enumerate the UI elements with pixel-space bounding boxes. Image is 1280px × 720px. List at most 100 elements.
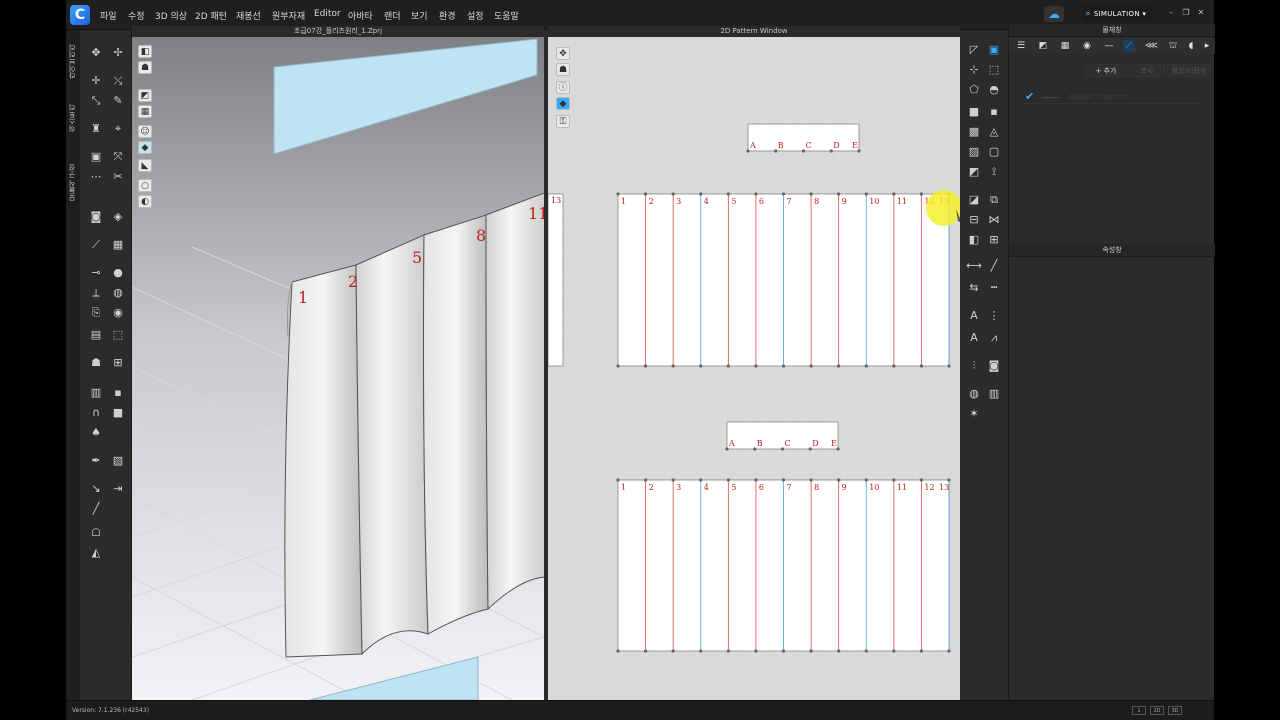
- line-tool-icon[interactable]: ⟋: [88, 238, 104, 252]
- garment-icon[interactable]: ♜: [88, 122, 104, 136]
- copy-button[interactable]: 복사: [1129, 64, 1165, 77]
- fold-arrangement-icon[interactable]: ◩: [966, 165, 982, 179]
- button-list-icon[interactable]: ◉: [1081, 40, 1093, 52]
- tshirt-icon[interactable]: ☗: [88, 356, 104, 370]
- segment-icon[interactable]: ⤧: [110, 150, 126, 164]
- menu-environment[interactable]: 환경: [439, 9, 456, 22]
- dashed-line-icon[interactable]: ┅: [986, 281, 1002, 295]
- pattern-lock-icon[interactable]: ⚿: [556, 115, 570, 128]
- light-view-icon[interactable]: ○: [138, 179, 152, 192]
- menu-3d-garment[interactable]: 3D 의상: [155, 9, 187, 22]
- tab-history[interactable]: 히스토리: [67, 104, 79, 132]
- close-icon[interactable]: ✕: [1196, 8, 1206, 18]
- add-point-icon[interactable]: ⊹: [966, 63, 982, 77]
- list-item[interactable]: ✔ ------- Default Topstitch: [1021, 90, 1205, 104]
- trim-list-icon[interactable]: ⛫: [1167, 40, 1179, 52]
- menu-editor[interactable]: Editor: [314, 9, 341, 19]
- internal-rect-icon[interactable]: ▪: [986, 105, 1002, 119]
- measure-icon[interactable]: ⊸: [88, 266, 104, 280]
- cuff-icon[interactable]: ◭: [88, 546, 104, 560]
- select-mesh-icon[interactable]: ✛: [88, 74, 104, 88]
- ruler-icon[interactable]: ⟂: [88, 286, 104, 300]
- pattern-info-icon[interactable]: ⓘ: [556, 81, 570, 94]
- line-draw-icon[interactable]: ╱: [88, 502, 104, 516]
- camera-icon[interactable]: ◙: [88, 210, 104, 224]
- edit-pattern-icon[interactable]: ⤡: [88, 94, 104, 108]
- button-2d-icon[interactable]: ◍: [966, 387, 982, 401]
- sphere-icon[interactable]: ◍: [110, 286, 126, 300]
- pen-icon[interactable]: ✒: [88, 454, 104, 468]
- pipe-icon[interactable]: ✶: [966, 407, 982, 421]
- pattern-image-icon[interactable]: ▨: [966, 145, 982, 159]
- mesh-view-icon[interactable]: ▦: [138, 105, 152, 118]
- shirt-view-icon[interactable]: ☗: [138, 61, 152, 74]
- menu-edit[interactable]: 수정: [128, 9, 145, 22]
- segment-sewing-icon[interactable]: ◪: [966, 193, 982, 207]
- flip-icon[interactable]: ⇥: [110, 482, 126, 496]
- puckering-list-icon[interactable]: ⋘: [1145, 40, 1158, 52]
- free-sewing-icon[interactable]: ⧉: [986, 193, 1002, 207]
- fabric-icon[interactable]: ◩: [1037, 40, 1049, 52]
- curve-point-icon[interactable]: ◓: [986, 83, 1002, 97]
- rectangle-icon[interactable]: ■: [966, 105, 982, 119]
- menu-render[interactable]: 랜더: [384, 9, 401, 22]
- scroll-right-icon[interactable]: ▸: [1201, 40, 1213, 52]
- zipper-icon[interactable]: ⎘: [88, 306, 104, 320]
- notch-icon[interactable]: ⋮: [986, 309, 1002, 323]
- menu-settings[interactable]: 설정: [467, 9, 484, 22]
- avatar-view-icon[interactable]: ◧: [138, 45, 152, 58]
- tack-icon[interactable]: ⋯: [88, 170, 104, 184]
- fitting-icon[interactable]: ⌖: [110, 122, 126, 136]
- menu-avatar[interactable]: 아바타: [348, 9, 373, 22]
- zigzag-icon[interactable]: ⩘: [986, 331, 1002, 345]
- dart-icon[interactable]: ◬: [986, 125, 1002, 139]
- buttonhole-icon[interactable]: —: [1103, 40, 1115, 52]
- menu-file[interactable]: 파일: [100, 9, 117, 22]
- trace-icon[interactable]: ╱: [986, 259, 1002, 273]
- pattern-shirt-icon[interactable]: ☗: [556, 63, 570, 76]
- tab-library[interactable]: 라이브러리: [67, 44, 79, 79]
- clothing-icon[interactable]: ▤: [88, 328, 104, 342]
- pin-2d-icon[interactable]: ⟟: [986, 165, 1002, 179]
- viewport-3d[interactable]: 1 2 5 8 11 ◧ ☗ ◩ ▦ ☺ ◆ ◣ ○ ◐: [132, 37, 544, 700]
- menu-materials[interactable]: 원부자재: [272, 9, 305, 22]
- check-icon[interactable]: ✔: [1025, 90, 1034, 103]
- glove-icon[interactable]: ▥: [88, 386, 104, 400]
- pattern-check-icon[interactable]: ⊞: [110, 356, 126, 370]
- hole-icon[interactable]: ▢: [986, 145, 1002, 159]
- menu-view[interactable]: 보기: [411, 9, 428, 22]
- polygon-icon[interactable]: ⬠: [966, 83, 982, 97]
- pattern-texture-icon[interactable]: ◆: [556, 97, 570, 110]
- gridded-icon[interactable]: ⊞: [986, 233, 1002, 247]
- pin-icon[interactable]: ✎: [110, 94, 126, 108]
- text-edit-icon[interactable]: A: [966, 331, 982, 345]
- magnet-icon[interactable]: ∩: [88, 406, 104, 420]
- cut-icon[interactable]: ✂: [110, 170, 126, 184]
- pocket-icon[interactable]: ☖: [88, 526, 104, 540]
- pattern-grid-icon[interactable]: ▦: [110, 238, 126, 252]
- transform-icon[interactable]: ✢: [110, 46, 126, 60]
- texture-icon[interactable]: ◈: [110, 210, 126, 224]
- bottom-band-piece[interactable]: [726, 421, 839, 450]
- top-band-piece[interactable]: [747, 123, 860, 152]
- square-icon[interactable]: ■: [110, 406, 126, 420]
- check-sewing-icon[interactable]: ⋈: [986, 213, 1002, 227]
- simulation-button[interactable]: » SIMULATION ▾: [1082, 6, 1152, 22]
- view-2d-button[interactable]: 2D: [1150, 706, 1164, 715]
- zipper-list-icon[interactable]: ◖: [1185, 40, 1197, 52]
- seam-allowance-icon[interactable]: ⇆: [966, 281, 982, 295]
- texture-view-icon[interactable]: ◆: [138, 141, 152, 154]
- list-icon[interactable]: ☰: [1015, 40, 1027, 52]
- pattern-window-2d[interactable]: 13 1234567891011121312345678910111213ABC…: [548, 37, 960, 700]
- dot-icon[interactable]: ●: [110, 266, 126, 280]
- menu-help[interactable]: 도움말: [494, 9, 519, 22]
- minimize-icon[interactable]: –: [1166, 8, 1176, 18]
- restore-icon[interactable]: ❐: [1181, 8, 1191, 18]
- strain-view-icon[interactable]: ◣: [138, 159, 152, 172]
- cloud-icon[interactable]: ☁: [1044, 6, 1064, 22]
- puckering-2d-icon[interactable]: ◙: [986, 359, 1002, 373]
- edit-point-icon[interactable]: ◸: [966, 43, 982, 57]
- tab-modular[interactable]: 모듈식 구성: [67, 164, 79, 201]
- trim-icon[interactable]: ♠: [88, 426, 104, 440]
- zipper-2d-icon[interactable]: ▥: [986, 387, 1002, 401]
